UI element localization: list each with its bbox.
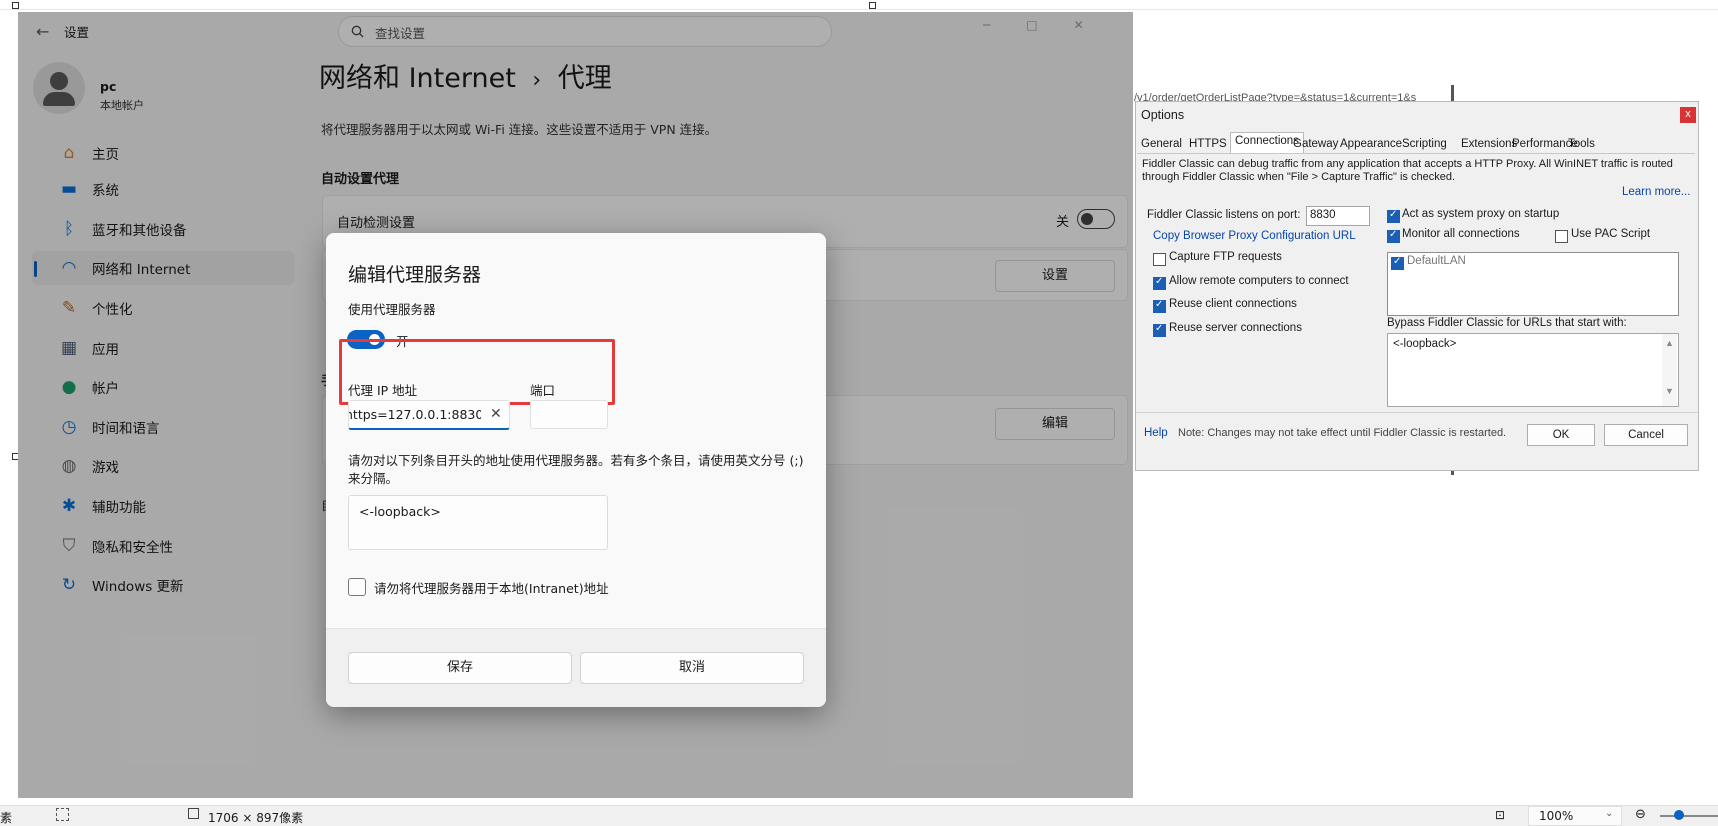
bypass-value: <-loopback> <box>1393 338 1457 350</box>
local-address-checkbox[interactable] <box>348 578 366 596</box>
option-checkbox-4[interactable] <box>1153 323 1166 337</box>
option-label-3: Reuse client connections <box>1169 298 1297 310</box>
use-proxy-label: 使用代理服务器 <box>348 302 436 317</box>
selection-icon[interactable] <box>56 808 69 821</box>
status-left-text: 素 <box>0 811 13 825</box>
tab-appearance[interactable]: Appearance <box>1336 136 1406 153</box>
image-dimensions: 1706 × 897像素 <box>208 811 304 825</box>
fiddler-divider <box>1136 412 1698 413</box>
exceptions-textarea[interactable]: <-loopback> <box>348 495 608 550</box>
resize-handle[interactable] <box>12 2 19 9</box>
option-label-2: Allow remote computers to connect <box>1169 275 1349 287</box>
fiddler-description: Fiddler Classic can debug traffic from a… <box>1142 158 1673 183</box>
port-input[interactable] <box>530 400 608 429</box>
tab-https[interactable]: HTTPS <box>1185 136 1231 153</box>
save-button[interactable]: 保存 <box>348 652 572 684</box>
tab-general[interactable]: General <box>1137 136 1186 153</box>
act-as-proxy-checkbox[interactable] <box>1387 209 1400 223</box>
tab-divider <box>1137 153 1695 154</box>
fiddler-title: Options <box>1141 108 1185 122</box>
fiddler-options-window: Options x General HTTPS Connections Gateway… <box>1135 101 1699 471</box>
chevron-down-icon: ⌄ <box>1605 808 1614 819</box>
local-address-label: 请勿将代理服务器用于本地(Intranet)地址 <box>374 581 609 596</box>
bypass-textarea[interactable]: <-loopback> ▲ ▼ <box>1387 333 1679 407</box>
tab-gateway[interactable]: Gateway <box>1289 136 1342 153</box>
exceptions-description: 请勿对以下列条目开头的地址使用代理服务器。若有多个条目，请使用英文分号 (;) … <box>348 453 804 486</box>
zoom-out-icon[interactable]: ⊖ <box>1635 807 1646 822</box>
fit-icon[interactable]: ⊡ <box>1495 808 1505 822</box>
tab-tools[interactable]: Tools <box>1564 136 1599 153</box>
canvas-edge <box>0 9 1718 10</box>
use-pac-checkbox[interactable] <box>1555 230 1568 243</box>
fiddler-cancel-button[interactable]: Cancel <box>1604 424 1688 446</box>
use-proxy-toggle[interactable] <box>347 330 385 349</box>
option-checkbox-3[interactable] <box>1153 299 1166 313</box>
zoom-slider-thumb[interactable] <box>1674 810 1684 820</box>
exceptions-value: <-loopback> <box>359 504 441 519</box>
port-input-value: 8830 <box>1310 209 1336 221</box>
close-icon[interactable]: x <box>1680 107 1696 123</box>
defaultlan-checkbox[interactable] <box>1391 256 1404 270</box>
learn-more-link[interactable]: Learn more... <box>1622 186 1690 198</box>
option-checkbox-1[interactable] <box>1153 253 1166 266</box>
zoom-slider[interactable] <box>1660 815 1718 817</box>
monitor-all-checkbox[interactable] <box>1387 229 1400 243</box>
port-label: 端口 <box>530 383 556 398</box>
tab-scripting[interactable]: Scripting <box>1398 136 1451 153</box>
dimension-icon <box>188 808 199 819</box>
use-pac-label: Use PAC Script <box>1571 228 1651 240</box>
defaultlan-label: DefaultLAN <box>1407 255 1466 267</box>
resize-handle[interactable] <box>869 2 876 9</box>
use-proxy-state: 开 <box>396 334 409 349</box>
bypass-label: Bypass Fiddler Classic for URLs that sta… <box>1387 317 1627 329</box>
help-link[interactable]: Help <box>1144 427 1168 439</box>
zoom-select[interactable]: 100% ⌄ <box>1528 806 1622 826</box>
connections-list[interactable]: DefaultLAN <box>1387 252 1679 316</box>
option-label-1: Capture FTP requests <box>1169 251 1282 263</box>
dialog-title: 编辑代理服务器 <box>348 264 482 286</box>
option-label-4: Reuse server connections <box>1169 322 1302 334</box>
status-bar: 素 1706 × 897像素 ⊡ 100% ⌄ ⊖ <box>0 805 1718 826</box>
ip-input-value: https=127.0.0.1:8830 <box>348 407 481 422</box>
cancel-button[interactable]: 取消 <box>580 652 804 684</box>
ip-input[interactable]: https=127.0.0.1:8830 ✕ <box>348 400 510 430</box>
monitor-all-label: Monitor all connections <box>1402 228 1520 240</box>
copy-proxy-url-link[interactable]: Copy Browser Proxy Configuration URL <box>1153 230 1356 242</box>
act-as-proxy-label: Act as system proxy on startup <box>1402 208 1560 220</box>
restart-note: Note: Changes may not take effect until … <box>1178 427 1507 439</box>
port-label: Fiddler Classic listens on port: <box>1147 209 1301 221</box>
zoom-value: 100% <box>1539 809 1574 823</box>
edit-proxy-dialog: 编辑代理服务器 使用代理服务器 开 代理 IP 地址 https=127.0.0… <box>326 233 826 707</box>
bypass-scrollbar[interactable]: ▲ ▼ <box>1662 334 1677 406</box>
clear-icon[interactable]: ✕ <box>490 406 502 422</box>
ok-button[interactable]: OK <box>1527 424 1595 446</box>
option-checkbox-2[interactable] <box>1153 276 1166 290</box>
ip-label: 代理 IP 地址 <box>348 383 418 398</box>
port-input[interactable]: 8830 <box>1306 206 1370 226</box>
